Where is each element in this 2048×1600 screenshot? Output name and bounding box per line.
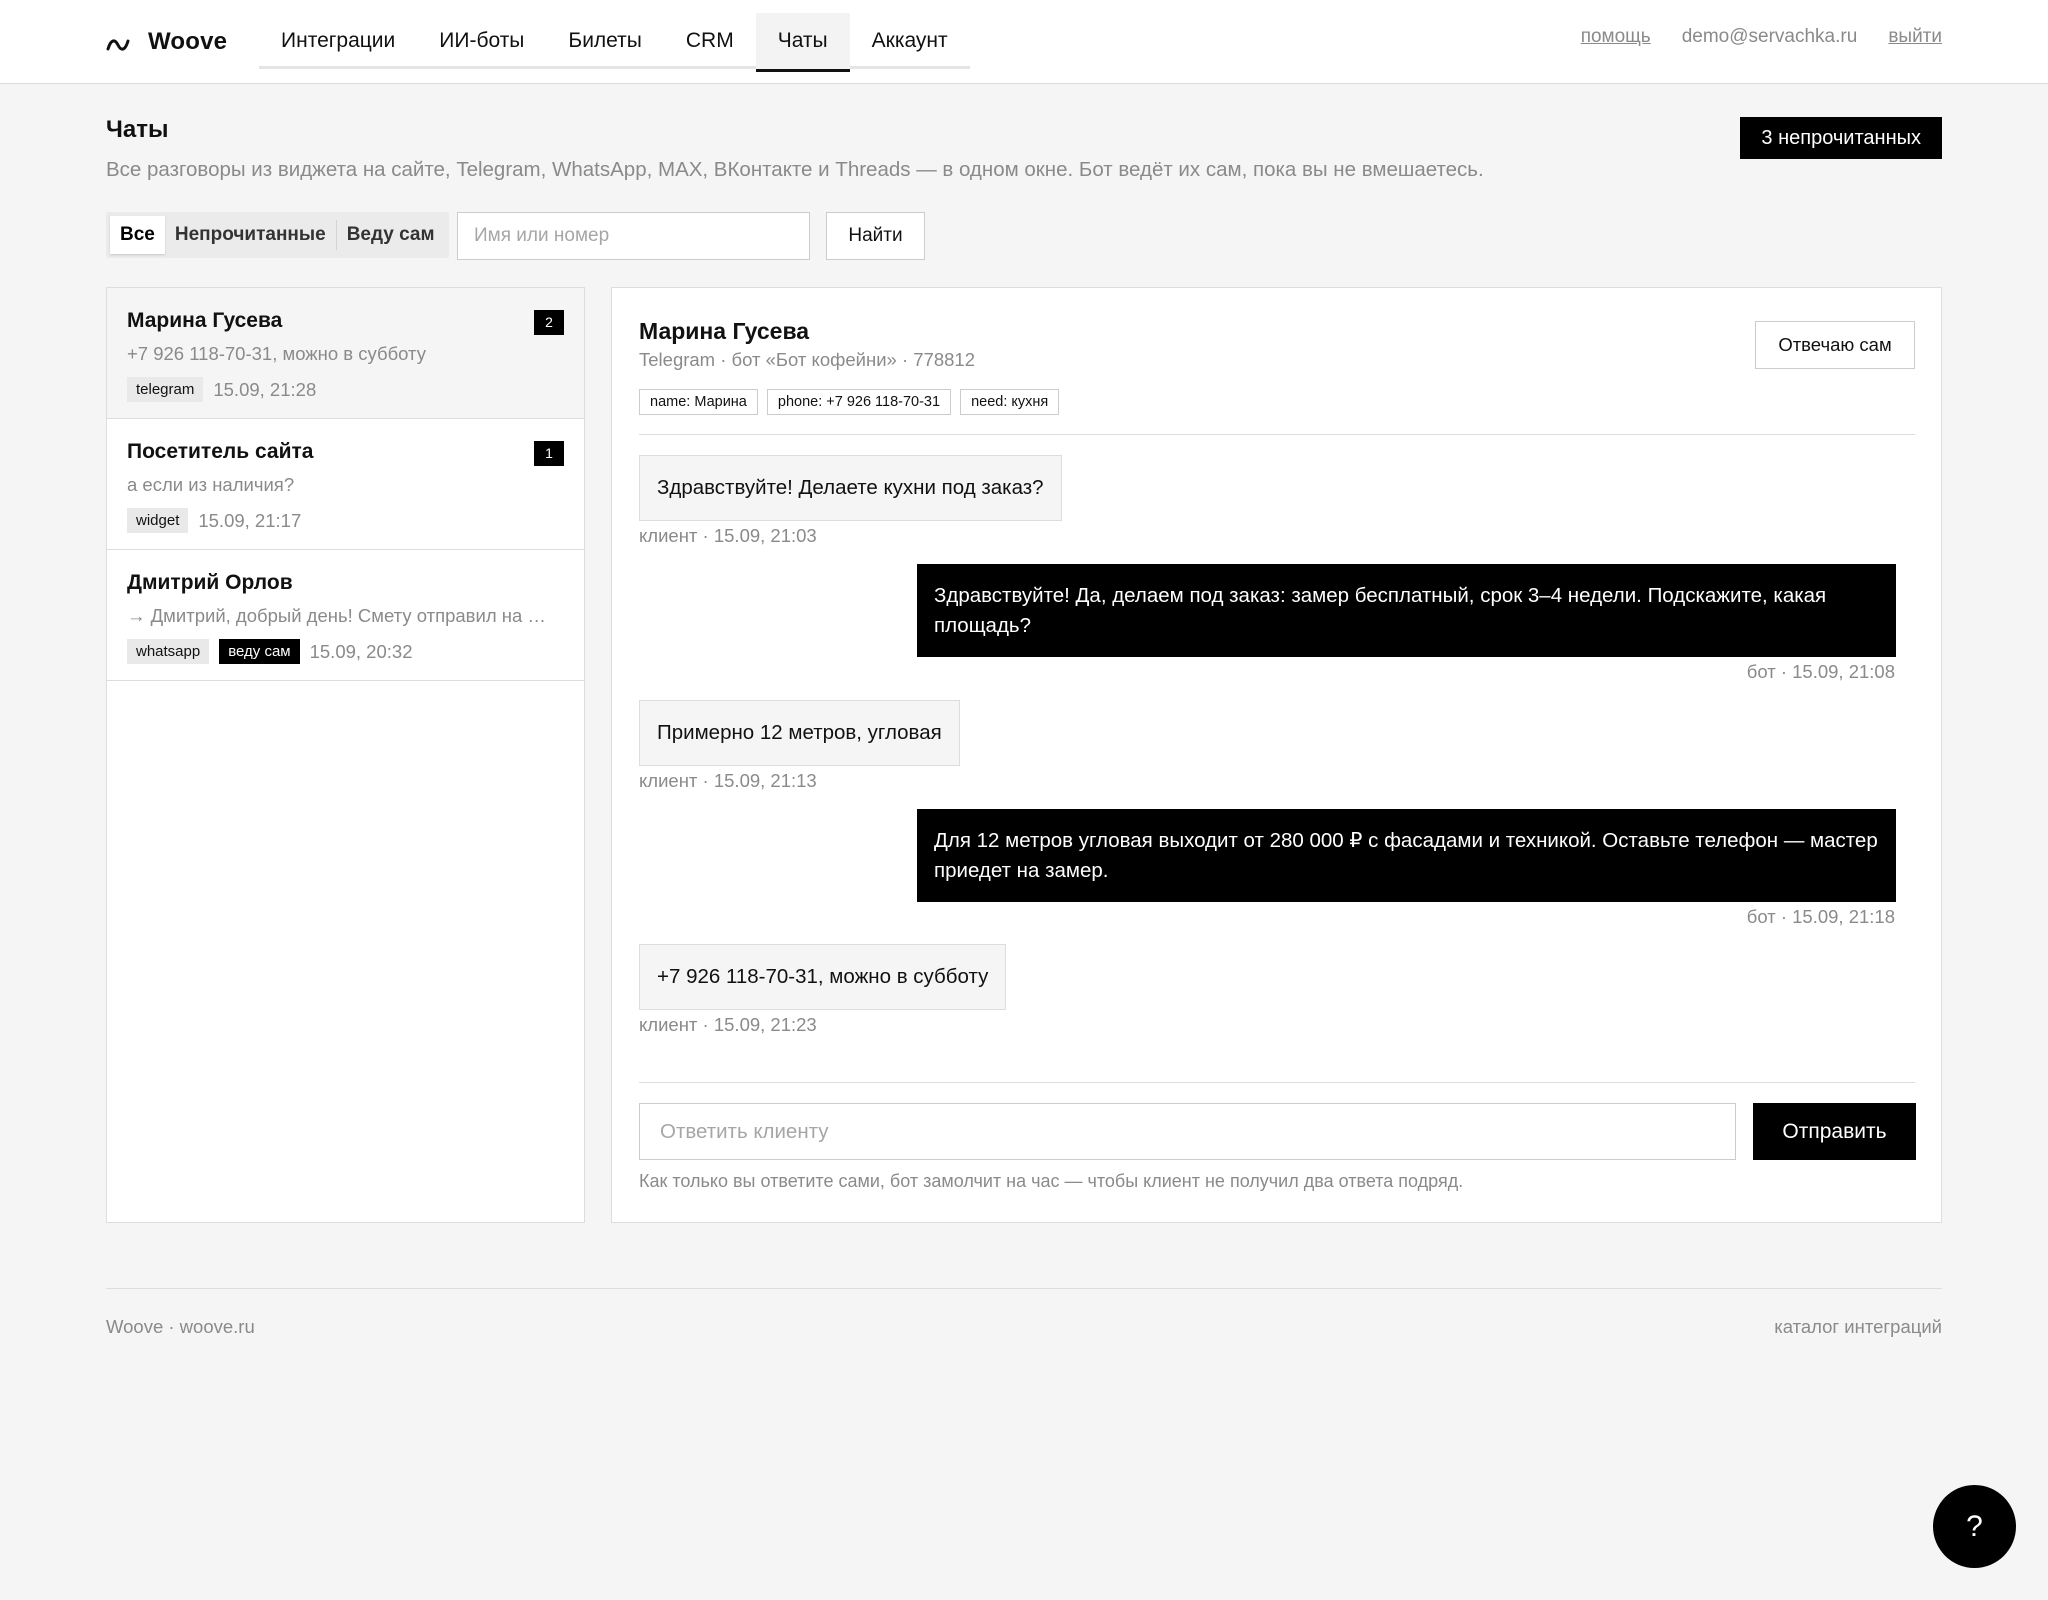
filter-all[interactable]: Все bbox=[110, 216, 165, 254]
chat-time: 15.09, 21:28 bbox=[213, 378, 317, 400]
variable-tag: need: кухня bbox=[960, 389, 1060, 415]
footer-catalog-link[interactable]: каталог интеграций bbox=[1774, 1316, 1942, 1338]
conversation-subtitle: Telegram · бот «Бот кофейни» · 778812 bbox=[639, 349, 975, 370]
brand-name: Woove bbox=[148, 28, 228, 55]
send-button[interactable]: Отправить bbox=[1753, 1103, 1916, 1160]
page-title: Чаты bbox=[106, 116, 169, 143]
variable-tag: phone: +7 926 118-70-31 bbox=[766, 389, 952, 415]
conversation-contact-name: Марина Гусева bbox=[639, 318, 810, 344]
nav-tab-crm[interactable]: CRM bbox=[664, 13, 756, 69]
message-meta: клиент · 15.09, 21:13 bbox=[639, 770, 817, 791]
header-divider bbox=[639, 434, 1915, 435]
reply-input[interactable] bbox=[639, 1103, 1736, 1160]
takeover-button[interactable]: Отвечаю сам bbox=[1755, 321, 1915, 369]
filter-unread[interactable]: Непрочитанные bbox=[165, 216, 336, 254]
unread-badge: 2 bbox=[534, 310, 564, 335]
filter-manual[interactable]: Веду сам bbox=[337, 216, 445, 254]
chat-list-item[interactable]: Дмитрий Орлов → Дмитрий, добрый день! См… bbox=[107, 550, 584, 681]
help-fab-button[interactable]: ? bbox=[1933, 1485, 2016, 1568]
unread-count-button[interactable]: 3 непрочитанных bbox=[1740, 117, 1942, 159]
message-meta: бот · 15.09, 21:08 bbox=[1746, 661, 1895, 682]
nav-tab-chats[interactable]: Чаты bbox=[755, 13, 850, 72]
chat-list-item[interactable]: Посетитель сайта 1 а если из наличия? wi… bbox=[107, 419, 584, 550]
brand[interactable]: Woove bbox=[106, 24, 227, 60]
client-message: Примерно 12 метров, угловая bbox=[639, 700, 960, 766]
nav-tab-account[interactable]: Аккаунт bbox=[850, 13, 970, 69]
manual-mode-tag: веду сам bbox=[219, 639, 300, 664]
search-button[interactable]: Найти bbox=[826, 212, 925, 260]
main-nav: Интеграции ИИ-боты Билеты CRM Чаты Аккау… bbox=[259, 13, 970, 72]
bot-message: Здравствуйте! Да, делаем под заказ: заме… bbox=[917, 564, 1896, 657]
client-message: +7 926 118-70-31, можно в субботу bbox=[639, 944, 1007, 1010]
nav-tab-tickets[interactable]: Билеты bbox=[546, 13, 663, 69]
chat-list: Марина Гусева 2 +7 926 118-70-31, можно … bbox=[106, 287, 585, 1223]
channel-tag: widget bbox=[127, 508, 189, 533]
message-meta: бот · 15.09, 21:18 bbox=[1746, 906, 1895, 927]
conversation-variables: name: Марина phone: +7 926 118-70-31 nee… bbox=[639, 389, 1060, 415]
logout-link[interactable]: выйти bbox=[1888, 26, 1942, 48]
channel-tag: whatsapp bbox=[127, 639, 210, 664]
channel-tag: telegram bbox=[127, 377, 204, 402]
unread-badge: 1 bbox=[534, 441, 564, 466]
chat-name: Посетитель сайта bbox=[127, 440, 314, 463]
chat-preview: а если из наличия? bbox=[127, 474, 295, 495]
chat-name: Марина Гусева bbox=[127, 309, 283, 332]
chat-search-input[interactable] bbox=[457, 212, 810, 260]
chat-preview: +7 926 118-70-31, можно в субботу bbox=[127, 343, 426, 364]
footer-divider bbox=[106, 1288, 1942, 1289]
conversation-panel: Марина Гусева Telegram · бот «Бот кофейн… bbox=[611, 287, 1942, 1223]
chat-time: 15.09, 21:17 bbox=[198, 509, 302, 531]
help-link[interactable]: помощь bbox=[1581, 26, 1651, 48]
wave-logo-icon bbox=[106, 39, 130, 51]
message-meta: клиент · 15.09, 21:23 bbox=[639, 1014, 817, 1035]
nav-tab-ai-bots[interactable]: ИИ-боты bbox=[417, 13, 546, 69]
compose-divider bbox=[639, 1082, 1915, 1083]
chat-name: Дмитрий Орлов bbox=[127, 571, 293, 594]
compose-hint: Как только вы ответите сами, бот замолчи… bbox=[639, 1171, 1464, 1191]
user-email: demo@servachka.ru bbox=[1681, 26, 1858, 47]
chat-preview: → Дмитрий, добрый день! Смету отправил н… bbox=[127, 605, 547, 626]
client-message: Здравствуйте! Делаете кухни под заказ? bbox=[639, 455, 1062, 521]
top-right-links: помощь demo@servachka.ru выйти bbox=[1581, 26, 1942, 48]
chat-time: 15.09, 20:32 bbox=[309, 640, 413, 662]
chat-filter-segmented: Все Непрочитанные Веду сам bbox=[106, 212, 449, 258]
page-subtitle: Все разговоры из виджета на сайте, Teleg… bbox=[106, 158, 1484, 181]
top-bar: Woove Интеграции ИИ-боты Билеты CRM Чаты… bbox=[0, 0, 2048, 84]
chat-list-item[interactable]: Марина Гусева 2 +7 926 118-70-31, можно … bbox=[107, 288, 584, 419]
footer-brand: Woove · woove.ru bbox=[106, 1316, 255, 1337]
message-meta: клиент · 15.09, 21:03 bbox=[639, 525, 817, 546]
nav-tab-integrations[interactable]: Интеграции bbox=[259, 13, 417, 69]
bot-message: Для 12 метров угловая выходит от 280 000… bbox=[917, 809, 1896, 902]
variable-tag: name: Марина bbox=[639, 389, 758, 415]
